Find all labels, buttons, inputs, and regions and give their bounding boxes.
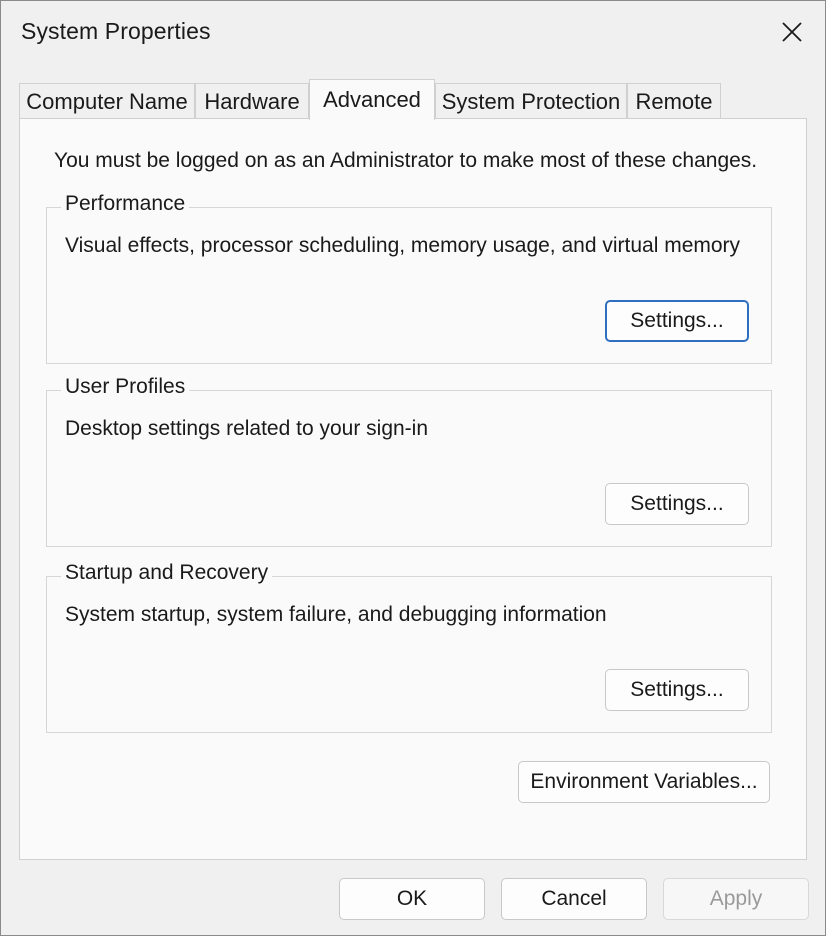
ok-button[interactable]: OK	[339, 878, 485, 920]
tab-hardware[interactable]: Hardware	[195, 83, 309, 119]
close-icon	[782, 22, 802, 42]
tab-strip: Computer Name Hardware Advanced System P…	[19, 79, 809, 120]
user-profiles-group: User Profiles Desktop settings related t…	[46, 375, 772, 547]
tab-system-protection[interactable]: System Protection	[435, 83, 627, 119]
admin-note: You must be logged on as an Administrato…	[54, 149, 758, 172]
startup-recovery-group: Startup and Recovery System startup, sys…	[46, 561, 772, 733]
tab-remote[interactable]: Remote	[627, 83, 721, 119]
startup-recovery-description: System startup, system failure, and debu…	[65, 603, 607, 626]
user-profiles-legend: User Profiles	[61, 375, 190, 399]
apply-button: Apply	[663, 878, 809, 920]
cancel-button[interactable]: Cancel	[501, 878, 647, 920]
system-properties-window: System Properties Computer Name Hardware…	[0, 0, 826, 936]
advanced-tab-panel: You must be logged on as an Administrato…	[19, 118, 807, 860]
tab-computer-name[interactable]: Computer Name	[19, 83, 195, 119]
performance-description: Visual effects, processor scheduling, me…	[65, 234, 741, 257]
startup-recovery-legend: Startup and Recovery	[61, 561, 273, 585]
performance-group: Performance Visual effects, processor sc…	[46, 192, 772, 364]
close-button[interactable]	[759, 1, 825, 63]
window-title: System Properties	[21, 18, 211, 44]
user-profiles-settings-button[interactable]: Settings...	[605, 483, 749, 525]
environment-variables-button[interactable]: Environment Variables...	[518, 761, 770, 803]
performance-settings-button[interactable]: Settings...	[605, 300, 749, 342]
startup-recovery-settings-button[interactable]: Settings...	[605, 669, 749, 711]
performance-legend: Performance	[61, 192, 190, 216]
user-profiles-description: Desktop settings related to your sign-in	[65, 417, 429, 440]
tab-advanced[interactable]: Advanced	[309, 79, 435, 120]
